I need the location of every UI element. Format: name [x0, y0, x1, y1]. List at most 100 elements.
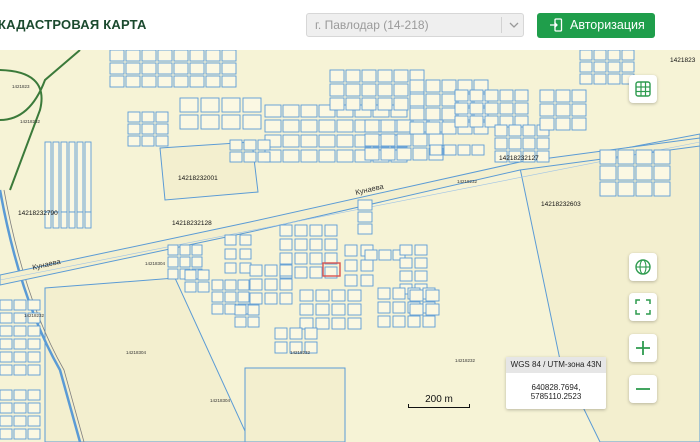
parcel[interactable]	[179, 114, 199, 130]
parcel[interactable]	[141, 62, 157, 75]
parcel[interactable]	[300, 149, 318, 163]
parcel[interactable]	[409, 121, 425, 135]
parcel[interactable]	[329, 97, 345, 111]
parcel[interactable]	[197, 269, 210, 281]
parcel[interactable]	[141, 135, 155, 147]
parcel[interactable]	[157, 62, 173, 75]
parcel[interactable]	[539, 103, 555, 117]
parcel[interactable]	[457, 144, 471, 156]
parcel[interactable]	[414, 244, 428, 256]
parcel[interactable]	[331, 303, 346, 316]
parcel[interactable]	[242, 97, 262, 113]
parcel[interactable]	[27, 428, 41, 440]
parcel[interactable]	[409, 107, 425, 121]
parcel[interactable]	[0, 299, 13, 311]
parcel[interactable]	[125, 50, 141, 62]
parcel[interactable]	[13, 389, 27, 401]
parcel[interactable]	[357, 199, 373, 211]
parcel[interactable]	[249, 278, 263, 291]
parcel[interactable]	[221, 62, 237, 75]
parcel[interactable]	[224, 279, 237, 291]
parcel[interactable]	[607, 61, 621, 73]
parcel[interactable]	[299, 289, 314, 302]
parcel[interactable]	[318, 134, 336, 148]
parcel[interactable]	[224, 291, 237, 303]
parcel[interactable]	[205, 50, 221, 62]
parcel[interactable]	[378, 249, 392, 261]
parcel[interactable]	[257, 151, 271, 163]
parcel[interactable]	[318, 119, 336, 133]
parcel[interactable]	[109, 75, 125, 88]
parcel[interactable]	[331, 317, 346, 330]
parcel[interactable]	[409, 93, 425, 107]
parcel[interactable]	[484, 102, 499, 115]
parcel[interactable]	[173, 62, 189, 75]
parcel[interactable]	[221, 97, 241, 113]
parcel[interactable]	[249, 264, 263, 277]
parcel[interactable]	[13, 364, 27, 376]
parcel[interactable]	[224, 248, 237, 260]
parcel[interactable]	[329, 83, 345, 97]
parcel[interactable]	[380, 119, 396, 133]
parcel[interactable]	[514, 89, 529, 102]
parcel[interactable]	[243, 151, 257, 163]
parcel[interactable]	[234, 316, 247, 328]
parcel[interactable]	[377, 97, 393, 111]
parcel[interactable]	[237, 279, 250, 291]
parcel[interactable]	[27, 325, 41, 337]
parcel[interactable]	[167, 244, 179, 256]
parcel[interactable]	[13, 338, 27, 350]
parcel[interactable]	[189, 50, 205, 62]
parcel[interactable]	[300, 134, 318, 148]
parcel[interactable]	[441, 79, 457, 93]
parcel[interactable]	[76, 141, 84, 213]
parcel[interactable]	[52, 141, 60, 213]
parcel[interactable]	[27, 389, 41, 401]
parcel[interactable]	[0, 312, 13, 324]
parcel[interactable]	[469, 102, 484, 115]
parcel[interactable]	[264, 119, 282, 133]
parcel[interactable]	[364, 133, 380, 147]
parcel[interactable]	[279, 252, 293, 265]
parcel[interactable]	[494, 124, 508, 137]
parcel[interactable]	[621, 50, 635, 61]
parcel[interactable]	[109, 62, 125, 75]
layers-control[interactable]	[629, 75, 657, 103]
parcel[interactable]	[377, 287, 391, 300]
parcel[interactable]	[635, 181, 653, 197]
parcel[interactable]	[300, 119, 318, 133]
parcel[interactable]	[127, 135, 141, 147]
parcel[interactable]	[364, 119, 380, 133]
parcel[interactable]	[331, 289, 346, 302]
parcel[interactable]	[617, 149, 635, 165]
parcel[interactable]	[13, 428, 27, 440]
parcel[interactable]	[579, 73, 593, 85]
parcel[interactable]	[380, 147, 396, 161]
parcel[interactable]	[539, 89, 555, 103]
parcel[interactable]	[514, 102, 529, 115]
parcel[interactable]	[607, 50, 621, 61]
parcel[interactable]	[294, 238, 308, 251]
parcel[interactable]	[425, 79, 441, 93]
parcel[interactable]	[27, 299, 41, 311]
parcel[interactable]	[294, 224, 308, 237]
parcel[interactable]	[13, 415, 27, 427]
parcel[interactable]	[412, 147, 428, 161]
parcel[interactable]	[377, 83, 393, 97]
parcel[interactable]	[555, 103, 571, 117]
parcel[interactable]	[264, 264, 278, 277]
parcel[interactable]	[76, 211, 84, 229]
parcel[interactable]	[0, 351, 13, 363]
parcel[interactable]	[27, 415, 41, 427]
parcel[interactable]	[347, 317, 362, 330]
parcel[interactable]	[593, 50, 607, 61]
parcel[interactable]	[425, 93, 441, 107]
parcel[interactable]	[247, 304, 260, 316]
parcel[interactable]	[425, 289, 440, 302]
parcel-large-north[interactable]	[159, 141, 259, 201]
parcel[interactable]	[393, 69, 409, 83]
parcel[interactable]	[484, 89, 499, 102]
parcel[interactable]	[536, 137, 550, 150]
parcel[interactable]	[508, 124, 522, 137]
parcel[interactable]	[282, 104, 300, 118]
